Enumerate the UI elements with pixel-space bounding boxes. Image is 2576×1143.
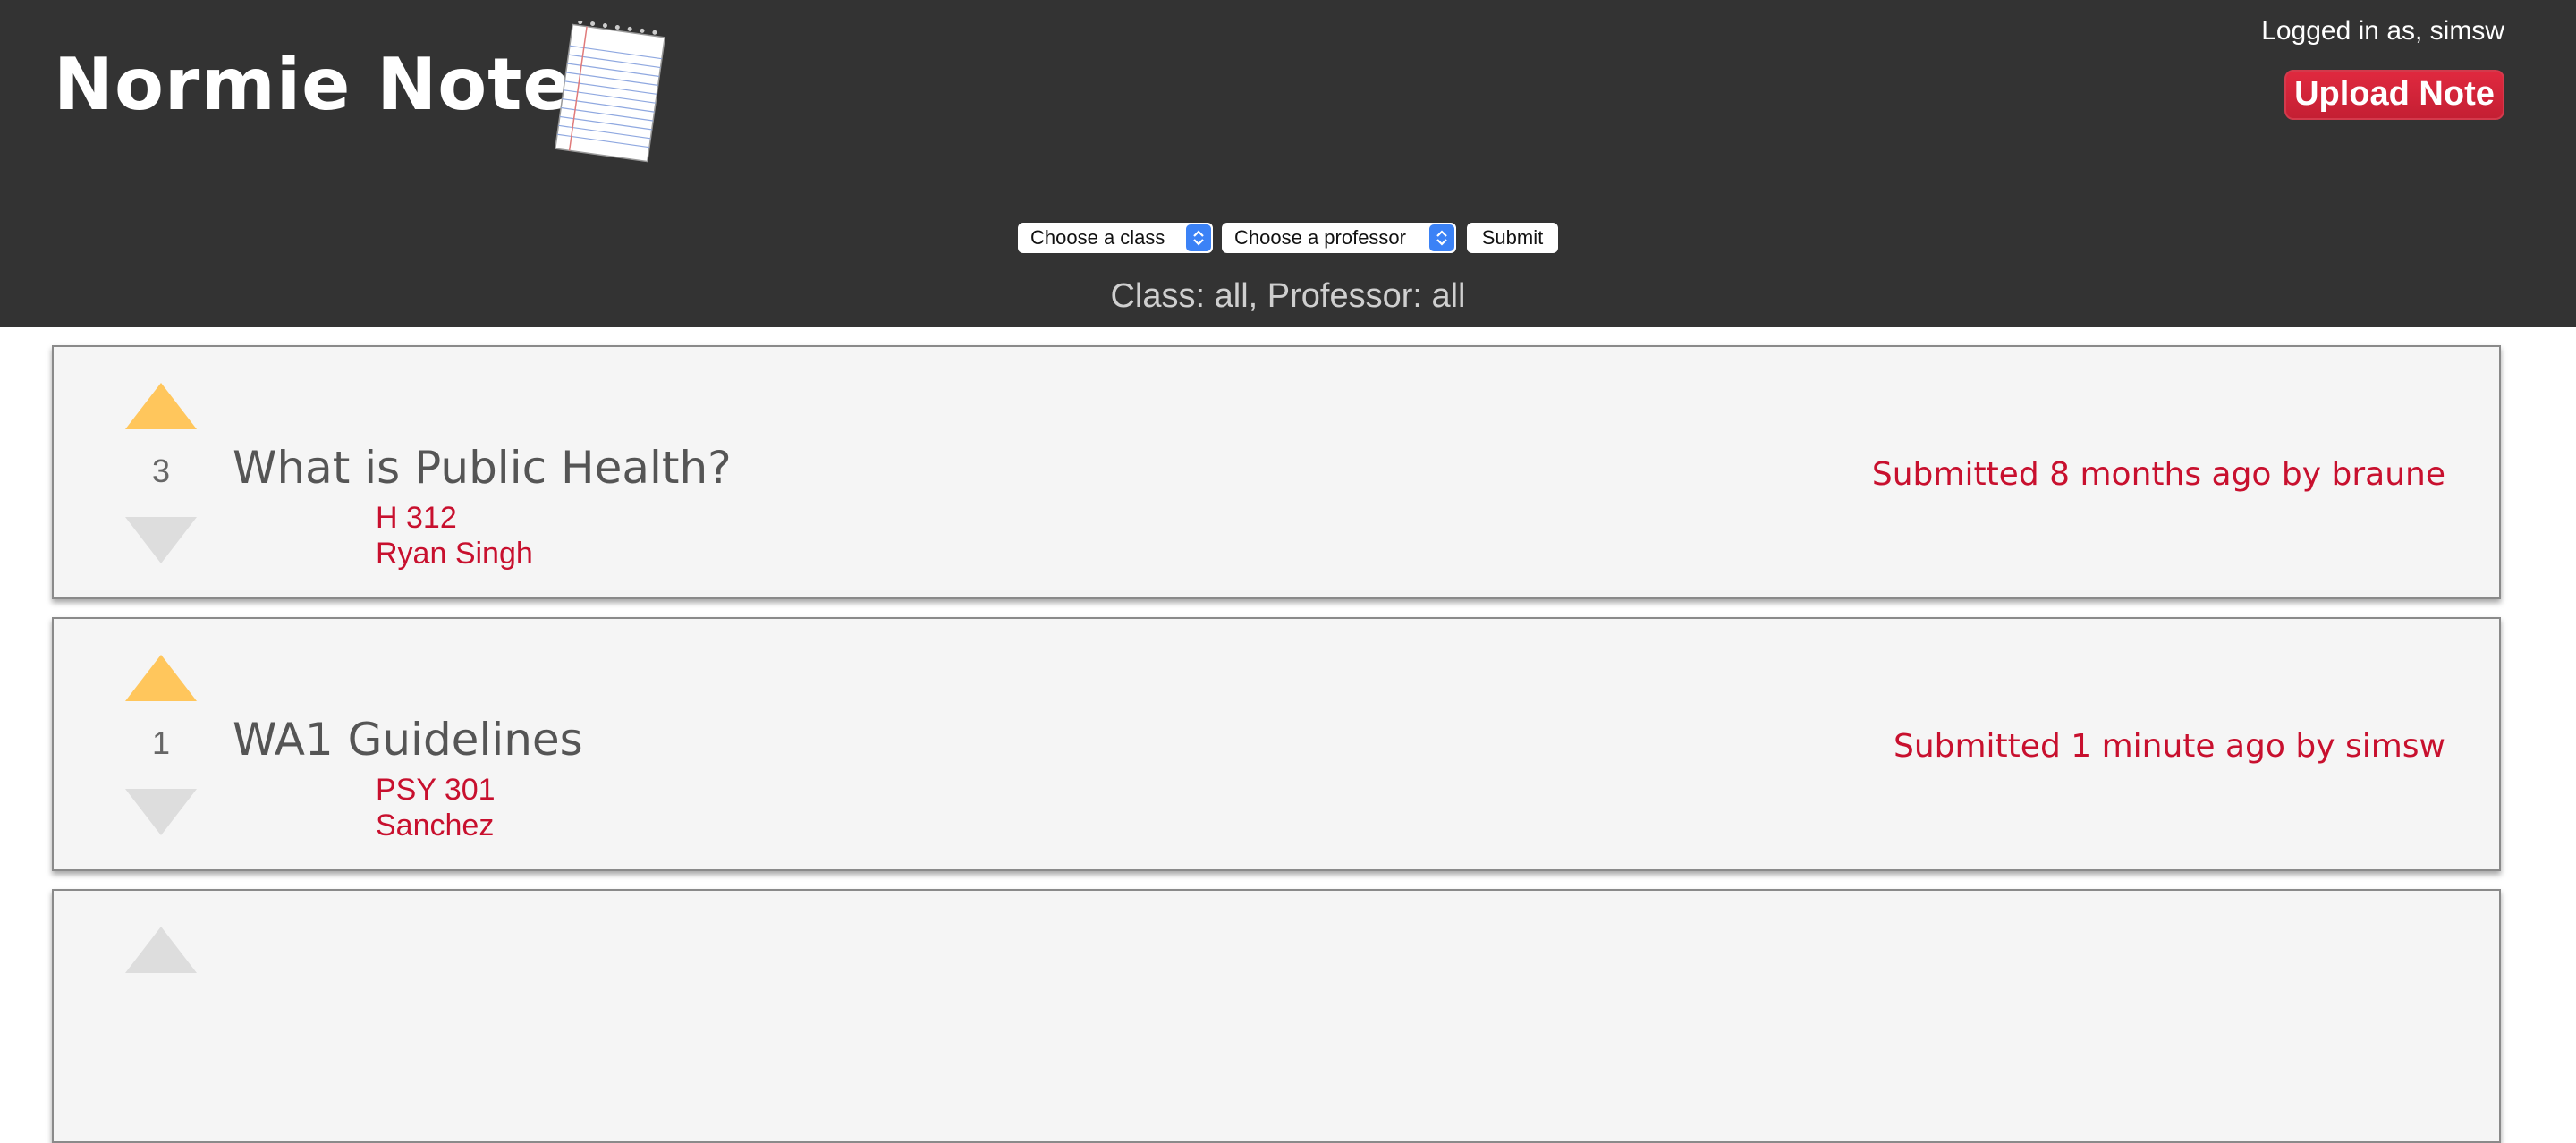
- vote-count: 1: [151, 724, 171, 761]
- submit-filter-button[interactable]: Submit: [1467, 223, 1558, 253]
- notepad-icon: [547, 20, 673, 165]
- logged-in-status: Logged in as, simsw: [2261, 16, 2504, 46]
- note-class: PSY 301: [376, 773, 496, 807]
- upload-note-button[interactable]: Upload Note: [2284, 70, 2504, 120]
- professor-select[interactable]: Choose a professor: [1222, 223, 1456, 253]
- professor-select-arrow-icon: [1429, 224, 1454, 251]
- note-card: 3 What is Public Health? H 312 Ryan Sing…: [52, 345, 2501, 599]
- upvote-button[interactable]: [125, 383, 197, 433]
- class-select[interactable]: Choose a class: [1018, 223, 1213, 253]
- note-card: [52, 889, 2501, 1143]
- filter-bar: Choose a class Choose a professor Submit: [0, 223, 2576, 253]
- note-class: H 312: [376, 501, 457, 535]
- filter-status: Class: all, Professor: all: [1110, 277, 1466, 315]
- note-title[interactable]: What is Public Health?: [233, 442, 732, 494]
- professor-select-value: Choose a professor: [1234, 226, 1406, 249]
- class-select-value: Choose a class: [1030, 226, 1165, 249]
- upvote-button[interactable]: [125, 655, 197, 705]
- note-professor: Ryan Singh: [376, 537, 533, 571]
- upvote-arrow-icon: [125, 383, 197, 429]
- downvote-arrow-icon: [125, 789, 197, 835]
- upvote-arrow-icon: [125, 655, 197, 701]
- vote-count: 3: [151, 453, 171, 489]
- downvote-button[interactable]: [125, 789, 197, 839]
- note-title[interactable]: WA1 Guidelines: [233, 714, 583, 766]
- site-header: Normie Notes Logged in as, simsw Upload …: [0, 0, 2576, 327]
- note-submitted-info: Submitted 8 months ago by braune: [1871, 456, 2445, 493]
- downvote-button[interactable]: [125, 517, 197, 567]
- note-submitted-info: Submitted 1 minute ago by simsw: [1893, 728, 2445, 765]
- note-card: 1 WA1 Guidelines PSY 301 Sanchez Submitt…: [52, 617, 2501, 871]
- class-select-arrow-icon: [1186, 224, 1211, 251]
- downvote-arrow-icon: [125, 517, 197, 563]
- upvote-arrow-icon: [125, 927, 197, 973]
- note-professor: Sanchez: [376, 809, 495, 842]
- site-title[interactable]: Normie Notes: [54, 36, 615, 134]
- upvote-button[interactable]: [125, 927, 197, 977]
